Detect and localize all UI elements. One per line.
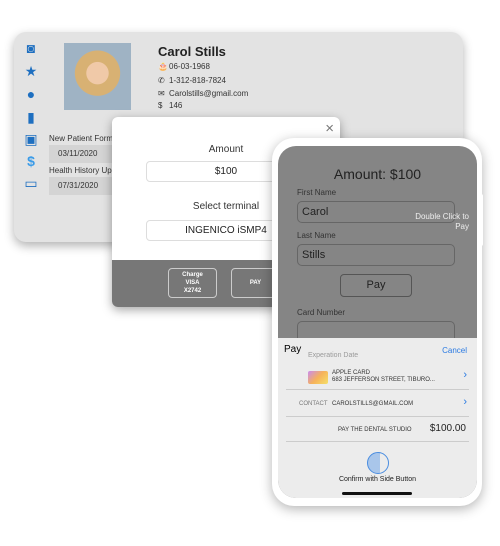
- apple-card-icon: [308, 371, 328, 384]
- form-date[interactable]: 03/11/2020: [49, 145, 119, 163]
- expiration-label: Experation Date: [308, 352, 359, 359]
- camera-icon[interactable]: ◙: [23, 40, 39, 56]
- phone-frame: Amount: $100 First Name Carol Last Name …: [272, 138, 483, 506]
- contact-row[interactable]: CONTACT CAROLSTILLS@GMAIL.COM ›: [286, 390, 469, 417]
- last-name-label: Last Name: [297, 231, 336, 240]
- phone-icon: ✆: [158, 76, 165, 85]
- close-button[interactable]: ×: [325, 120, 334, 137]
- mail-icon: ✉: [158, 89, 165, 98]
- last-name-input[interactable]: Stills: [297, 244, 455, 266]
- patient-name: Carol Stills: [158, 44, 226, 59]
- document-icon[interactable]: ▮: [23, 109, 39, 125]
- first-name-label: First Name: [297, 188, 337, 197]
- email: ✉ Carolstills@gmail.com: [158, 89, 249, 98]
- cancel-button[interactable]: Cancel: [442, 346, 467, 355]
- phone-screen: Amount: $100 First Name Carol Last Name …: [278, 146, 477, 498]
- image-icon[interactable]: ▣: [23, 131, 39, 147]
- form-date[interactable]: 07/31/2020: [49, 177, 119, 195]
- chevron-right-icon: ›: [463, 369, 467, 381]
- cake-icon: 🎂: [158, 62, 168, 71]
- phone: ✆ 1-312-818-7824: [158, 76, 226, 85]
- credit-card-icon[interactable]: ▭: [23, 175, 39, 191]
- amount-title: Amount: $100: [333, 166, 422, 182]
- card-number-label: Card Number: [297, 308, 346, 317]
- home-indicator[interactable]: [342, 492, 412, 495]
- form-label: Health History Upd: [49, 166, 117, 175]
- patient-photo: [64, 43, 131, 110]
- dollar-icon[interactable]: $: [23, 153, 39, 169]
- total-row: PAY THE DENTAL STUDIO $100.00: [286, 417, 469, 442]
- apple-pay-button[interactable]: Pay: [340, 274, 412, 297]
- apple-pay-logo: Pay: [284, 344, 302, 355]
- side-hint: Double Click to Pay: [415, 212, 469, 231]
- star-icon[interactable]: ★: [23, 63, 39, 79]
- side-button[interactable]: [479, 194, 483, 246]
- dob: 🎂06-03-1968: [158, 62, 210, 71]
- side-button-icon: [367, 452, 389, 474]
- card-row[interactable]: APPLE CARD 683 JEFFERSON STREET, TIBURO.…: [286, 364, 469, 390]
- chat-icon[interactable]: ●: [23, 86, 39, 102]
- apple-pay-sheet: Pay Experation Date Cancel APPLE CARD 68…: [278, 338, 477, 498]
- charge-card-button[interactable]: Charge VISA X2742: [168, 268, 217, 298]
- form-label: New Patient Forms: [49, 134, 118, 143]
- balance: $146: [158, 101, 183, 110]
- dollar-icon: $: [158, 101, 163, 110]
- confirm-text: Confirm with Side Button: [338, 476, 417, 483]
- chevron-right-icon: ›: [463, 396, 467, 408]
